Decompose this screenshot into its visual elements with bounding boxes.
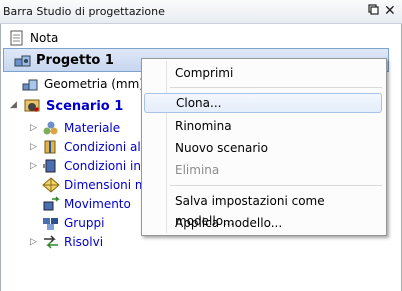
tree-item-geometry[interactable]: Geometria (mm) (22, 74, 144, 94)
tree-item-groups[interactable]: Gruppi (42, 213, 104, 233)
tree-item-note[interactable]: Nota (8, 28, 58, 48)
project-icon (14, 55, 31, 67)
menu-separator (170, 87, 382, 88)
mesh-icon (42, 177, 60, 193)
tree-item-solve[interactable]: Risolvi (42, 232, 103, 252)
tree-item-boundary[interactable]: Condizioni al (42, 137, 141, 157)
tree-item-mesh[interactable]: Dimensioni m (42, 175, 147, 195)
solve-icon (44, 235, 58, 249)
tree-item-label: Gruppi (64, 216, 105, 230)
expand-arrow-icon[interactable]: ▷ (30, 161, 37, 171)
scenario-icon (24, 99, 40, 112)
menu-separator (170, 185, 382, 186)
initial-icon (43, 159, 56, 173)
menu-item-comprimi[interactable]: Comprimi (144, 63, 382, 83)
tree-item-label: Condizioni in (64, 159, 141, 173)
geometry-icon (22, 79, 38, 91)
tree-item-label: Nota (30, 31, 59, 45)
panel-titlebar: Barra Studio di progettazione ✕ (0, 0, 402, 24)
material-icon (43, 121, 58, 135)
tree-item-motion[interactable]: Movimento (42, 194, 131, 214)
tree-item-label: Movimento (64, 197, 131, 211)
menu-item-rinomina[interactable]: Rinomina (144, 116, 382, 136)
expand-arrow-icon[interactable]: ▷ (30, 237, 37, 247)
boundary-icon (44, 140, 56, 154)
tree-item-label: Scenario 1 (46, 98, 124, 114)
panel-title: Barra Studio di progettazione (3, 5, 165, 18)
tree-item-label: Condizioni al (64, 140, 141, 154)
collapse-arrow-icon[interactable]: ◢ (10, 100, 17, 110)
note-icon (10, 30, 23, 46)
menu-item-salva-modello[interactable]: Salva impostazioni come modello... (144, 191, 382, 228)
tree-item-initial[interactable]: Condizioni in (42, 156, 141, 176)
tree-item-label: Materiale (64, 121, 121, 135)
tree-item-label: Risolvi (64, 235, 104, 249)
groups-icon (43, 218, 58, 230)
menu-item-applica-modello[interactable]: Applica modello... (144, 213, 382, 233)
expand-arrow-icon[interactable]: ▷ (30, 142, 37, 152)
expand-arrow-icon[interactable]: ▷ (30, 123, 37, 133)
motion-icon (43, 196, 60, 211)
close-icon[interactable]: ✕ (384, 3, 396, 19)
context-menu: Comprimi Clona... Rinomina Nuovo scenari… (141, 58, 387, 236)
tree-item-label: Dimensioni m (64, 178, 147, 192)
pin-icon[interactable] (367, 4, 379, 18)
menu-item-elimina[interactable]: Elimina (144, 160, 382, 180)
tree-item-scenario[interactable]: Scenario 1 (24, 96, 123, 116)
tree-item-label: Progetto 1 (36, 52, 114, 68)
tree-item-material[interactable]: Materiale (42, 118, 120, 138)
tree-item-label: Geometria (mm) (44, 77, 144, 91)
menu-item-nuovo-scenario[interactable]: Nuovo scenario (144, 138, 382, 158)
menu-item-clona[interactable]: Clona... (144, 93, 382, 113)
